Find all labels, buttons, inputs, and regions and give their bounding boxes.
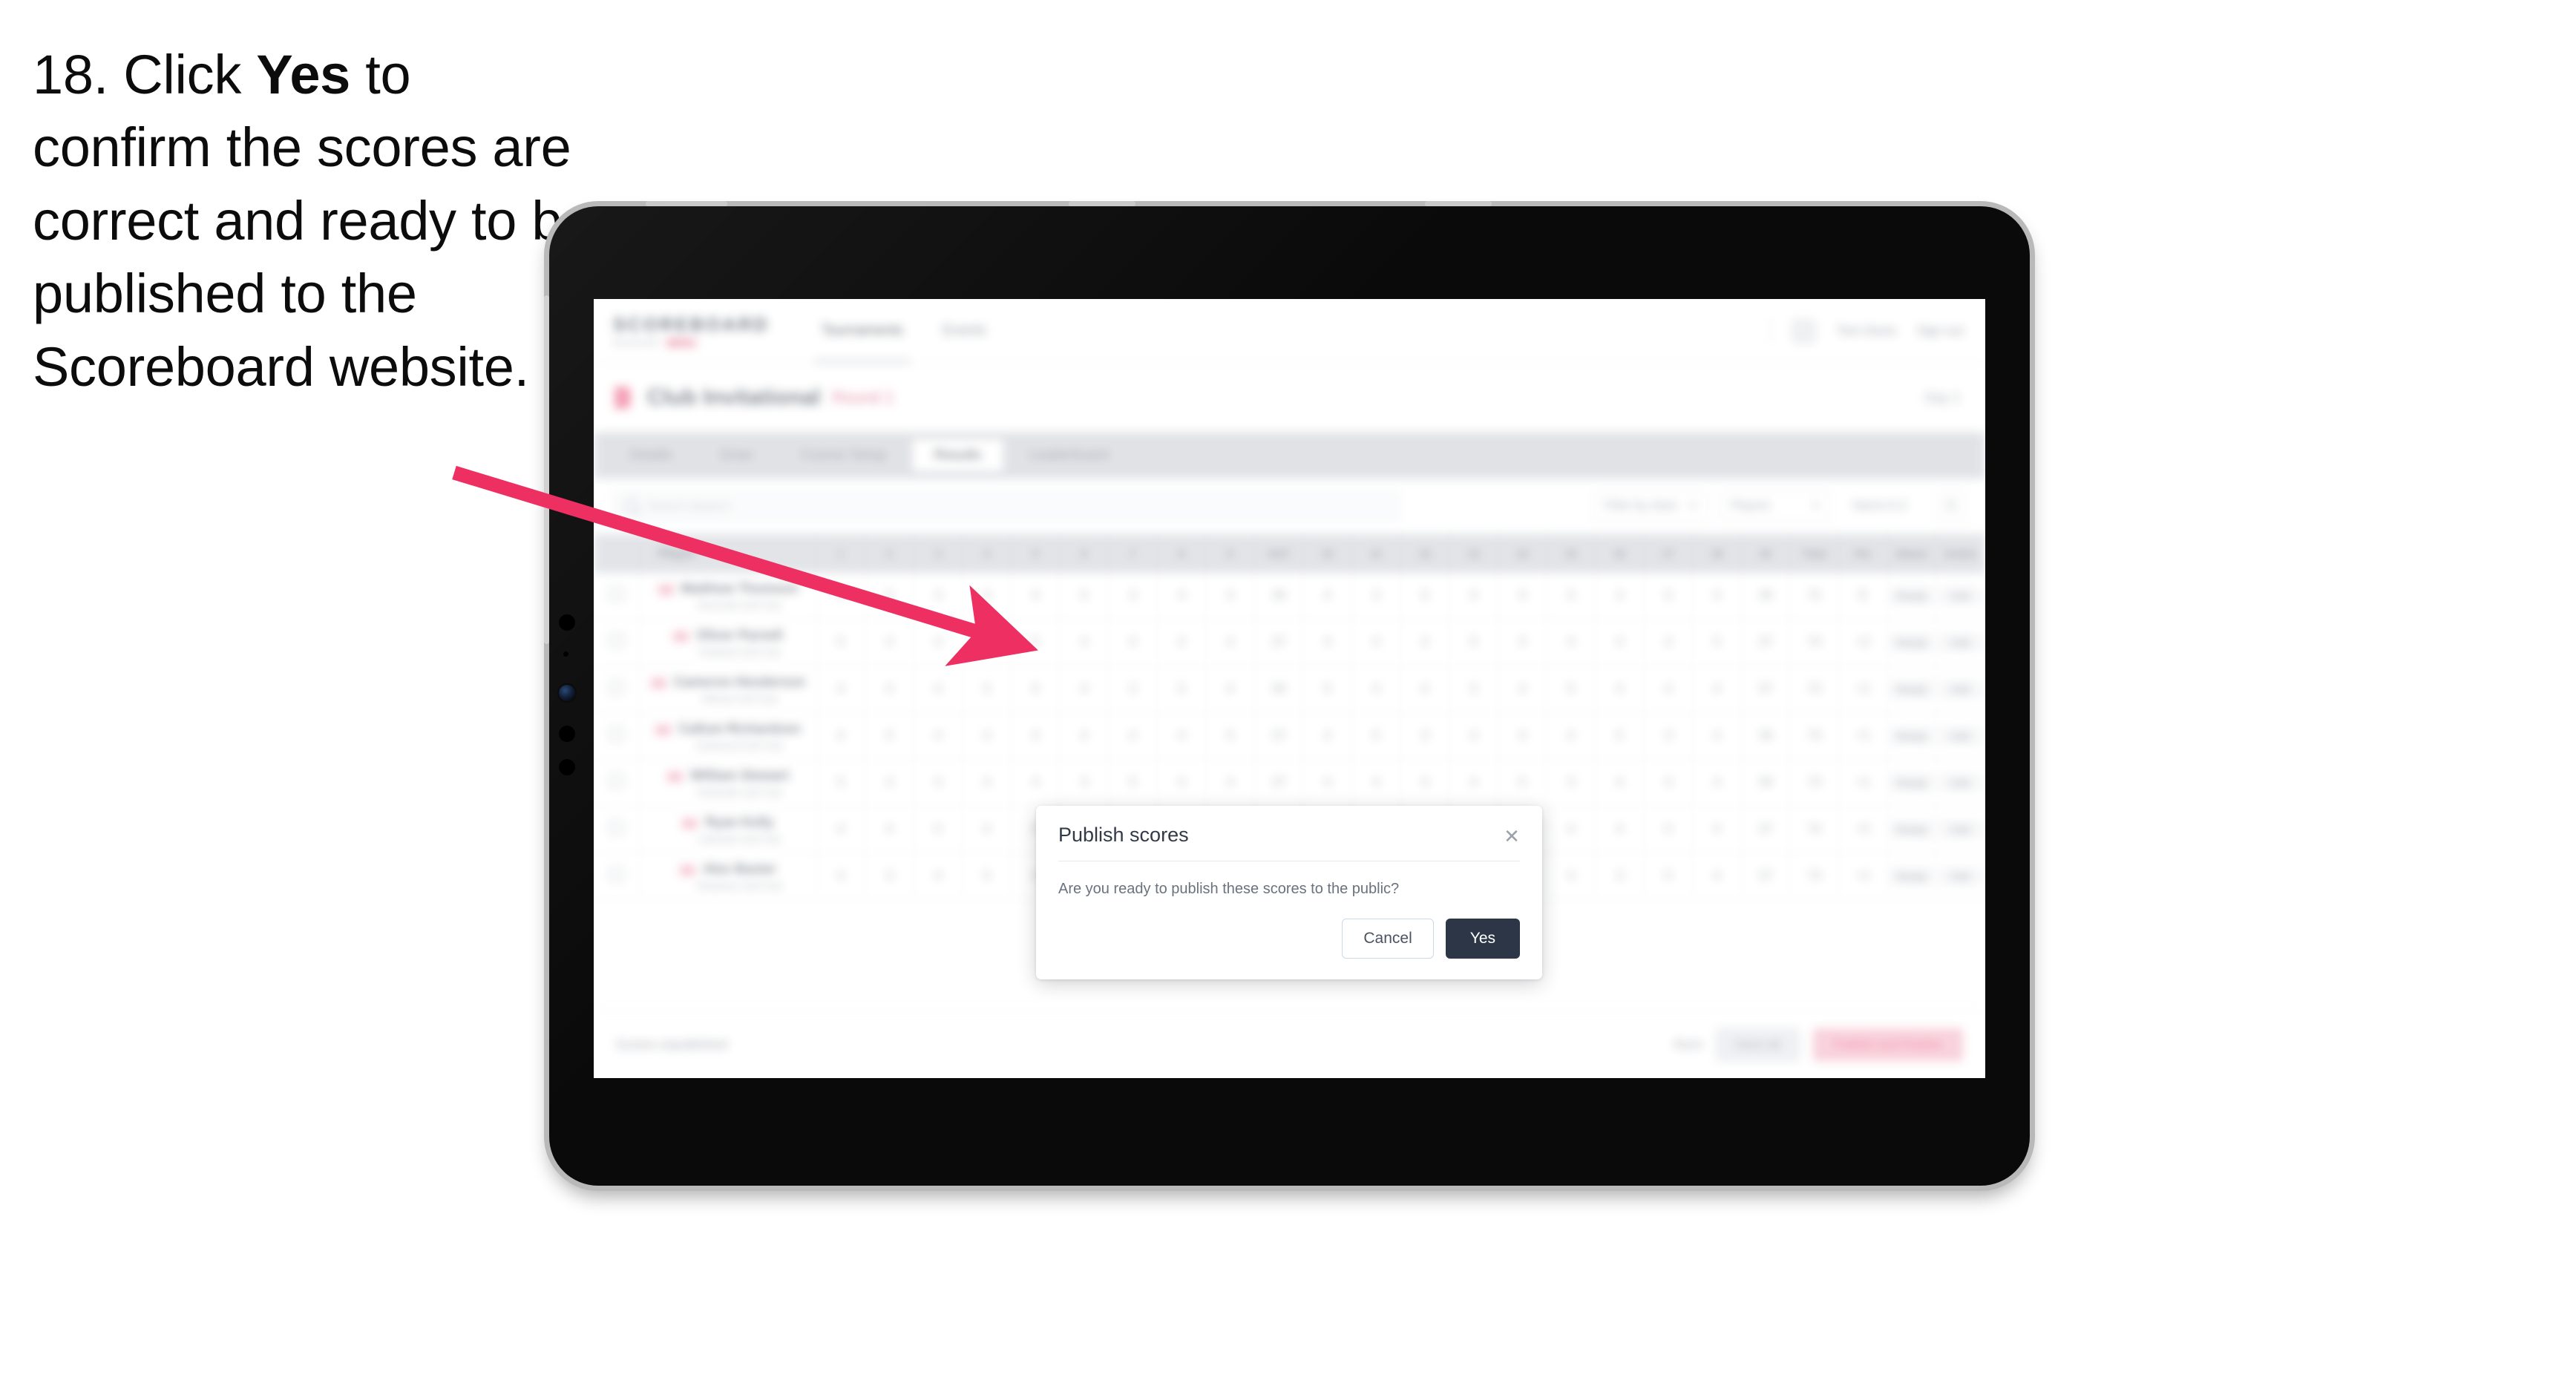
tablet-antenna-slot xyxy=(646,201,727,206)
tablet-screen: SCOREBOARD MANAGER BETA Tournaments Even… xyxy=(594,299,1985,1078)
yes-button[interactable]: Yes xyxy=(1445,919,1520,959)
tablet-device-mockup: SCOREBOARD MANAGER BETA Tournaments Even… xyxy=(544,201,2030,1186)
tablet-camera-lens-icon xyxy=(559,685,575,701)
tablet-sensor-dot xyxy=(559,759,575,775)
publish-scores-dialog: Publish scores ✕ Are you ready to publis… xyxy=(1036,806,1542,979)
tablet-antenna-slot xyxy=(1425,201,1492,206)
instruction-emphasis: Yes xyxy=(256,44,351,105)
dialog-footer: Cancel Yes xyxy=(1036,898,1542,979)
dialog-title: Publish scores xyxy=(1058,824,1189,846)
tablet-sensor-dot xyxy=(559,614,575,631)
step-number: 18. xyxy=(33,44,108,105)
tablet-microphone-dot xyxy=(563,651,568,657)
instruction-before-bold: Click xyxy=(123,44,242,105)
tablet-antenna-slot xyxy=(1069,201,1135,206)
dialog-message: Are you ready to publish these scores to… xyxy=(1058,881,1400,897)
tablet-left-edge-band xyxy=(544,295,549,644)
dialog-header: Publish scores ✕ xyxy=(1036,806,1542,847)
close-icon[interactable]: ✕ xyxy=(1501,825,1523,847)
cancel-button[interactable]: Cancel xyxy=(1342,919,1434,959)
tablet-sensor-dot xyxy=(559,726,575,742)
instruction-text: 18. Click Yes to confirm the scores are … xyxy=(33,39,597,404)
